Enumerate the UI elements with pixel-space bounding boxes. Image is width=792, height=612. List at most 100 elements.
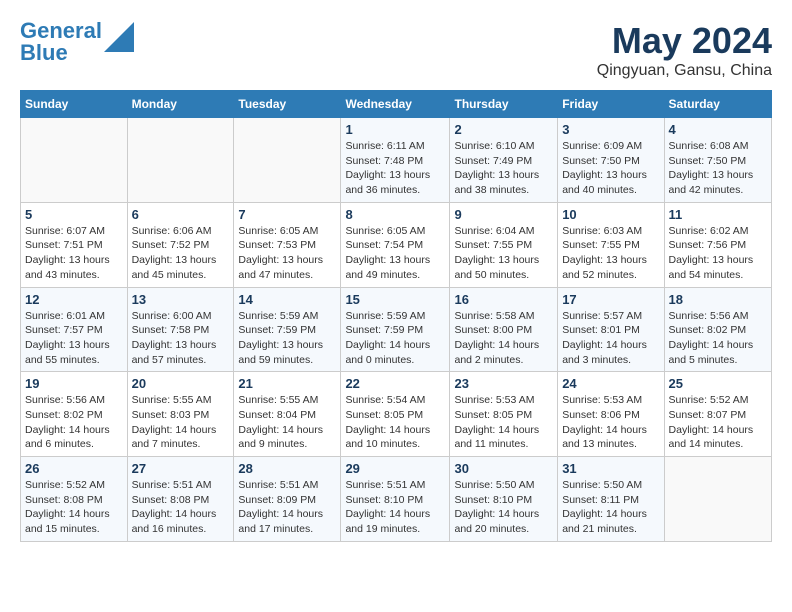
- day-number: 14: [238, 292, 336, 307]
- day-info: Sunrise: 6:04 AM Sunset: 7:55 PM Dayligh…: [454, 224, 553, 283]
- day-info: Sunrise: 5:59 AM Sunset: 7:59 PM Dayligh…: [238, 309, 336, 368]
- day-info: Sunrise: 5:50 AM Sunset: 8:11 PM Dayligh…: [562, 478, 659, 537]
- day-info: Sunrise: 6:03 AM Sunset: 7:55 PM Dayligh…: [562, 224, 659, 283]
- day-number: 27: [132, 461, 230, 476]
- calendar-cell: [664, 457, 771, 542]
- calendar-cell: [127, 118, 234, 203]
- calendar-cell: 7 Sunrise: 6:05 AM Sunset: 7:53 PM Daylig…: [234, 202, 341, 287]
- day-info: Sunrise: 5:53 AM Sunset: 8:06 PM Dayligh…: [562, 393, 659, 452]
- day-number: 13: [132, 292, 230, 307]
- calendar-cell: 3 Sunrise: 6:09 AM Sunset: 7:50 PM Daylig…: [558, 118, 664, 203]
- calendar-cell: 2 Sunrise: 6:10 AM Sunset: 7:49 PM Daylig…: [450, 118, 558, 203]
- day-info: Sunrise: 5:56 AM Sunset: 8:02 PM Dayligh…: [669, 309, 767, 368]
- day-number: 2: [454, 122, 553, 137]
- page-header: General Blue May 2024 Qingyuan, Gansu, C…: [20, 20, 772, 80]
- calendar-cell: 13 Sunrise: 6:00 AM Sunset: 7:58 PM Dayli…: [127, 287, 234, 372]
- weekday-header-cell: Wednesday: [341, 91, 450, 118]
- day-number: 1: [345, 122, 445, 137]
- month-year: May 2024: [597, 20, 772, 62]
- calendar-cell: 16 Sunrise: 5:58 AM Sunset: 8:00 PM Dayli…: [450, 287, 558, 372]
- day-number: 30: [454, 461, 553, 476]
- logo-text: General Blue: [20, 20, 102, 64]
- calendar-week-row: 26Sunrise: 5:52 AM Sunset: 8:08 PM Dayli…: [21, 457, 772, 542]
- weekday-header-cell: Thursday: [450, 91, 558, 118]
- calendar-cell: 14 Sunrise: 5:59 AM Sunset: 7:59 PM Dayli…: [234, 287, 341, 372]
- day-number: 5: [25, 207, 123, 222]
- calendar-table: SundayMondayTuesdayWednesdayThursdayFrid…: [20, 90, 772, 542]
- calendar-cell: [234, 118, 341, 203]
- day-number: 8: [345, 207, 445, 222]
- day-info: Sunrise: 6:00 AM Sunset: 7:58 PM Dayligh…: [132, 309, 230, 368]
- calendar-cell: 22Sunrise: 5:54 AM Sunset: 8:05 PM Dayli…: [341, 372, 450, 457]
- logo: General Blue: [20, 20, 134, 64]
- calendar-cell: 20Sunrise: 5:55 AM Sunset: 8:03 PM Dayli…: [127, 372, 234, 457]
- calendar-cell: 30Sunrise: 5:50 AM Sunset: 8:10 PM Dayli…: [450, 457, 558, 542]
- day-info: Sunrise: 6:08 AM Sunset: 7:50 PM Dayligh…: [669, 139, 767, 198]
- day-number: 11: [669, 207, 767, 222]
- day-info: Sunrise: 5:52 AM Sunset: 8:07 PM Dayligh…: [669, 393, 767, 452]
- title-block: May 2024 Qingyuan, Gansu, China: [597, 20, 772, 80]
- calendar-cell: 19 Sunrise: 5:56 AM Sunset: 8:02 PM Dayli…: [21, 372, 128, 457]
- calendar-week-row: 12Sunrise: 6:01 AM Sunset: 7:57 PM Dayli…: [21, 287, 772, 372]
- day-info: Sunrise: 5:51 AM Sunset: 8:09 PM Dayligh…: [238, 478, 336, 537]
- day-info: Sunrise: 6:09 AM Sunset: 7:50 PM Dayligh…: [562, 139, 659, 198]
- calendar-cell: 26Sunrise: 5:52 AM Sunset: 8:08 PM Dayli…: [21, 457, 128, 542]
- day-number: 24: [562, 376, 659, 391]
- day-number: 31: [562, 461, 659, 476]
- day-number: 17: [562, 292, 659, 307]
- day-number: 28: [238, 461, 336, 476]
- calendar-cell: 27 Sunrise: 5:51 AM Sunset: 8:08 PM Dayli…: [127, 457, 234, 542]
- day-info: Sunrise: 6:11 AM Sunset: 7:48 PM Dayligh…: [345, 139, 445, 198]
- day-number: 15: [345, 292, 445, 307]
- calendar-body: 1 Sunrise: 6:11 AM Sunset: 7:48 PM Daylig…: [21, 118, 772, 542]
- day-info: Sunrise: 6:05 AM Sunset: 7:54 PM Dayligh…: [345, 224, 445, 283]
- day-info: Sunrise: 6:05 AM Sunset: 7:53 PM Dayligh…: [238, 224, 336, 283]
- weekday-header-cell: Saturday: [664, 91, 771, 118]
- calendar-cell: 21 Sunrise: 5:55 AM Sunset: 8:04 PM Dayli…: [234, 372, 341, 457]
- calendar-cell: 12Sunrise: 6:01 AM Sunset: 7:57 PM Dayli…: [21, 287, 128, 372]
- calendar-week-row: 5Sunrise: 6:07 AM Sunset: 7:51 PM Daylig…: [21, 202, 772, 287]
- weekday-header-cell: Monday: [127, 91, 234, 118]
- day-info: Sunrise: 5:52 AM Sunset: 8:08 PM Dayligh…: [25, 478, 123, 537]
- calendar-cell: 18 Sunrise: 5:56 AM Sunset: 8:02 PM Dayli…: [664, 287, 771, 372]
- calendar-cell: 17 Sunrise: 5:57 AM Sunset: 8:01 PM Dayli…: [558, 287, 664, 372]
- day-number: 3: [562, 122, 659, 137]
- calendar-cell: 1 Sunrise: 6:11 AM Sunset: 7:48 PM Daylig…: [341, 118, 450, 203]
- calendar-cell: 24 Sunrise: 5:53 AM Sunset: 8:06 PM Dayli…: [558, 372, 664, 457]
- calendar-cell: 15 Sunrise: 5:59 AM Sunset: 7:59 PM Dayli…: [341, 287, 450, 372]
- day-number: 25: [669, 376, 767, 391]
- day-number: 21: [238, 376, 336, 391]
- calendar-cell: 5Sunrise: 6:07 AM Sunset: 7:51 PM Daylig…: [21, 202, 128, 287]
- calendar-cell: 29Sunrise: 5:51 AM Sunset: 8:10 PM Dayli…: [341, 457, 450, 542]
- day-info: Sunrise: 5:51 AM Sunset: 8:10 PM Dayligh…: [345, 478, 445, 537]
- calendar-week-row: 1 Sunrise: 6:11 AM Sunset: 7:48 PM Daylig…: [21, 118, 772, 203]
- weekday-header-cell: Sunday: [21, 91, 128, 118]
- day-number: 7: [238, 207, 336, 222]
- day-number: 18: [669, 292, 767, 307]
- calendar-cell: 28 Sunrise: 5:51 AM Sunset: 8:09 PM Dayli…: [234, 457, 341, 542]
- day-info: Sunrise: 5:56 AM Sunset: 8:02 PM Dayligh…: [25, 393, 123, 452]
- logo-icon: [104, 22, 134, 52]
- day-info: Sunrise: 5:55 AM Sunset: 8:04 PM Dayligh…: [238, 393, 336, 452]
- day-info: Sunrise: 5:58 AM Sunset: 8:00 PM Dayligh…: [454, 309, 553, 368]
- day-info: Sunrise: 5:53 AM Sunset: 8:05 PM Dayligh…: [454, 393, 553, 452]
- day-info: Sunrise: 5:59 AM Sunset: 7:59 PM Dayligh…: [345, 309, 445, 368]
- day-info: Sunrise: 5:51 AM Sunset: 8:08 PM Dayligh…: [132, 478, 230, 537]
- day-number: 10: [562, 207, 659, 222]
- day-number: 19: [25, 376, 123, 391]
- day-number: 4: [669, 122, 767, 137]
- day-info: Sunrise: 6:02 AM Sunset: 7:56 PM Dayligh…: [669, 224, 767, 283]
- calendar-cell: 11 Sunrise: 6:02 AM Sunset: 7:56 PM Dayli…: [664, 202, 771, 287]
- calendar-cell: 10 Sunrise: 6:03 AM Sunset: 7:55 PM Dayli…: [558, 202, 664, 287]
- calendar-cell: 8 Sunrise: 6:05 AM Sunset: 7:54 PM Daylig…: [341, 202, 450, 287]
- calendar-week-row: 19 Sunrise: 5:56 AM Sunset: 8:02 PM Dayli…: [21, 372, 772, 457]
- weekday-header-cell: Tuesday: [234, 91, 341, 118]
- day-info: Sunrise: 5:55 AM Sunset: 8:03 PM Dayligh…: [132, 393, 230, 452]
- day-info: Sunrise: 6:10 AM Sunset: 7:49 PM Dayligh…: [454, 139, 553, 198]
- weekday-header-cell: Friday: [558, 91, 664, 118]
- day-info: Sunrise: 5:57 AM Sunset: 8:01 PM Dayligh…: [562, 309, 659, 368]
- day-number: 9: [454, 207, 553, 222]
- day-number: 16: [454, 292, 553, 307]
- day-info: Sunrise: 6:06 AM Sunset: 7:52 PM Dayligh…: [132, 224, 230, 283]
- calendar-cell: 25 Sunrise: 5:52 AM Sunset: 8:07 PM Dayli…: [664, 372, 771, 457]
